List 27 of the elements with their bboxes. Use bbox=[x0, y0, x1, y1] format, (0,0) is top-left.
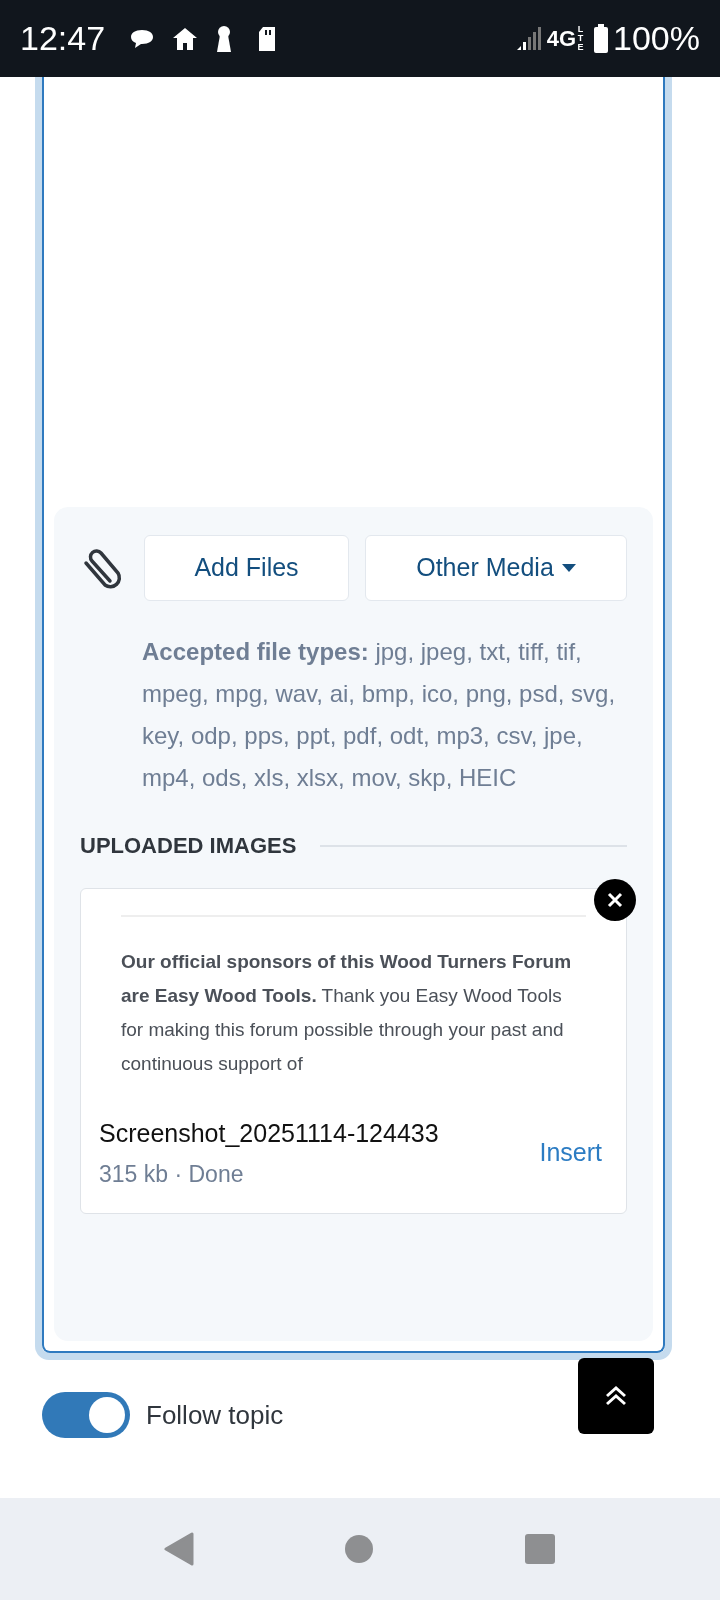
home-button-icon[interactable] bbox=[344, 1534, 374, 1564]
add-files-button[interactable]: Add Files bbox=[144, 535, 349, 601]
insert-link[interactable]: Insert bbox=[539, 1134, 602, 1172]
network-type: 4G bbox=[546, 25, 577, 53]
follow-topic-label: Follow topic bbox=[146, 1398, 284, 1432]
chat-icon bbox=[129, 27, 156, 50]
section-heading: UPLOADED IMAGES bbox=[80, 832, 297, 860]
close-button[interactable] bbox=[594, 879, 636, 921]
file-meta: 315 kb · Done bbox=[99, 1159, 245, 1189]
caret-icon bbox=[561, 564, 576, 572]
recents-icon[interactable] bbox=[524, 1533, 556, 1565]
double-chevron-up-icon bbox=[604, 1385, 628, 1407]
battery-level: 100% bbox=[613, 18, 700, 59]
sd-card-icon bbox=[257, 25, 278, 52]
back-icon[interactable] bbox=[164, 1532, 194, 1566]
toggle-switch[interactable] bbox=[42, 1392, 130, 1438]
keyhole-icon bbox=[215, 24, 234, 53]
clock: 12:47 bbox=[20, 18, 106, 59]
battery-icon bbox=[593, 23, 610, 54]
file-name: Screenshot_20251114-124433 bbox=[99, 1118, 440, 1149]
accepted-file-types: Accepted file types: jpg, jpeg, txt, tiff, tif, mpeg, mpg, wav, ai, bmp, ico, png, psd, svg, key, odp, pps, ppt, pdf, odt, mp3, csv, jpe, mp4, ods, xls, xlsx, mov, skp, HEIC bbox=[141, 637, 617, 793]
network-subtype: LTE bbox=[576, 25, 585, 52]
preview-text: Our official sponsors of this Wood Turners Forum are Easy Wood Tools. Thank you Easy Wood Tools for making this forum possible through your past and continuous support of bbox=[121, 950, 573, 1076]
scroll-to-top-button[interactable] bbox=[578, 1358, 654, 1434]
other-media-button[interactable]: Other Media bbox=[365, 535, 627, 601]
editor-field[interactable] bbox=[42, 77, 665, 1353]
close-icon bbox=[607, 892, 623, 908]
